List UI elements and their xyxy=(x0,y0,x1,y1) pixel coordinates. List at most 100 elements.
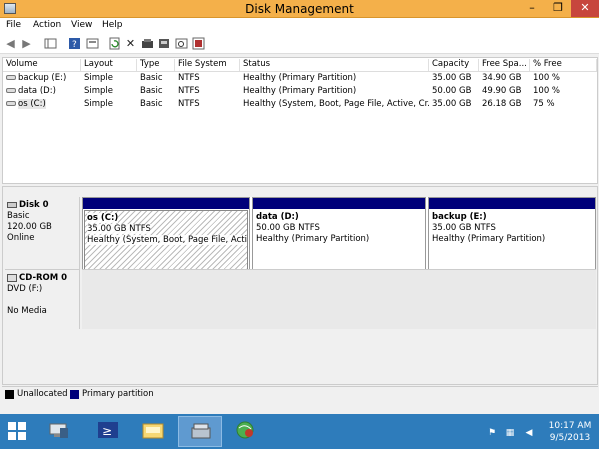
capacity-cell: 50.00 GB xyxy=(432,86,472,96)
rescan-icon[interactable] xyxy=(175,37,188,50)
col-volume[interactable]: Volume xyxy=(3,59,81,71)
cdrom0-media: No Media xyxy=(7,306,47,316)
partition-color-bar xyxy=(253,198,425,209)
fs-cell: NTFS xyxy=(178,86,200,96)
delete-icon[interactable]: ✕ xyxy=(124,37,137,50)
cdrom0-drive: DVD (F:) xyxy=(7,284,43,294)
console-tree-icon[interactable] xyxy=(44,37,57,50)
network-globe-icon[interactable] xyxy=(234,420,256,440)
type-cell: Basic xyxy=(140,73,163,83)
windows-start-icon[interactable] xyxy=(8,422,26,440)
server-manager-icon[interactable] xyxy=(48,420,70,440)
clock-date: 9/5/2013 xyxy=(549,433,591,443)
partition-os-c[interactable]: os (C:) 35.00 GB NTFS Healthy (System, B… xyxy=(82,197,250,272)
properties-icon[interactable] xyxy=(86,37,99,50)
cdrom0-area[interactable] xyxy=(82,269,596,329)
partition-name: data (D:) xyxy=(256,212,299,222)
partition-name: os (C:) xyxy=(87,213,119,223)
volume-icon xyxy=(6,75,16,80)
volume-cell: data (D:) xyxy=(3,86,81,96)
col-percent-free[interactable]: % Free xyxy=(530,59,597,71)
svg-text:?: ? xyxy=(72,40,77,50)
help-icon[interactable]: ? xyxy=(68,37,81,50)
cd-rom-icon xyxy=(7,273,17,282)
network-icon[interactable]: ▦ xyxy=(505,428,515,438)
disk0-label[interactable]: Disk 0 Basic 120.00 GB Online xyxy=(5,197,80,272)
disk-graphical-view: Disk 0 Basic 120.00 GB Online os (C:) 35… xyxy=(2,186,598,385)
disk0-name: Disk 0 xyxy=(19,200,49,210)
partition-size: 35.00 GB NTFS xyxy=(432,223,496,233)
pct-cell: 100 % xyxy=(533,73,561,83)
disk0-state: Online xyxy=(7,233,35,243)
legend: Unallocated Primary partition xyxy=(2,386,598,402)
volume-name: data (D:) xyxy=(18,86,56,96)
disk0-type: Basic xyxy=(7,211,30,221)
col-layout[interactable]: Layout xyxy=(81,59,137,71)
col-status[interactable]: Status xyxy=(240,59,429,71)
title-bar: Disk Management – ❐ ✕ xyxy=(0,0,599,18)
taskbar: ≥ ⚑ ▦ ◀ 10:17 AM 9/5/2013 xyxy=(0,414,599,449)
volume-icon[interactable]: ◀ xyxy=(524,428,534,438)
free-cell: 34.90 GB xyxy=(482,73,522,83)
menu-bar: File Action View Help xyxy=(0,18,599,34)
layout-cell: Simple xyxy=(84,99,114,109)
partition-name: backup (E:) xyxy=(432,212,487,222)
back-icon[interactable]: ◀ xyxy=(4,37,17,50)
open-icon[interactable] xyxy=(141,37,154,50)
capacity-cell: 35.00 GB xyxy=(432,73,472,83)
partition-backup-e[interactable]: backup (E:) 35.00 GB NTFS Healthy (Prima… xyxy=(428,197,596,272)
partition-size: 50.00 GB NTFS xyxy=(256,223,320,233)
volume-row[interactable]: backup (E:) Simple Basic NTFS Healthy (P… xyxy=(3,72,597,85)
partition-data-d[interactable]: data (D:) 50.00 GB NTFS Healthy (Primary… xyxy=(252,197,426,272)
legend-unallocated: Unallocated xyxy=(17,389,68,399)
menu-file[interactable]: File xyxy=(6,20,21,30)
col-type[interactable]: Type xyxy=(137,59,175,71)
forward-icon[interactable]: ▶ xyxy=(20,37,33,50)
minimize-button[interactable]: – xyxy=(519,0,545,17)
toolbar: ◀ ▶ ? ✕ xyxy=(0,34,599,54)
file-explorer-icon[interactable] xyxy=(142,420,164,440)
clock[interactable]: 10:17 AM 9/5/2013 xyxy=(544,420,596,444)
free-cell: 49.90 GB xyxy=(482,86,522,96)
partition-size: 35.00 GB NTFS xyxy=(87,224,151,234)
disk-management-taskbar-button[interactable] xyxy=(178,416,222,447)
col-filesystem[interactable]: File System xyxy=(175,59,240,71)
hard-disk-icon xyxy=(7,201,17,208)
partition-status: Healthy (Primary Partition) xyxy=(256,234,370,244)
partition-status: Healthy (Primary Partition) xyxy=(432,234,546,244)
clock-time: 10:17 AM xyxy=(548,421,592,431)
cdrom0-label[interactable]: CD-ROM 0 DVD (F:) No Media xyxy=(5,269,80,329)
partition-status: Healthy (System, Boot, Page File, Active… xyxy=(87,235,247,245)
status-cell: Healthy (System, Boot, Page File, Active… xyxy=(243,99,429,109)
fs-cell: NTFS xyxy=(178,73,200,83)
free-cell: 26.18 GB xyxy=(482,99,522,109)
partition-color-bar xyxy=(83,198,249,209)
status-cell: Healthy (Primary Partition) xyxy=(243,86,357,96)
close-button[interactable]: ✕ xyxy=(571,0,599,17)
flag-icon[interactable]: ⚑ xyxy=(487,428,497,438)
volume-icon xyxy=(6,88,16,93)
powershell-icon[interactable]: ≥ xyxy=(97,420,119,440)
volume-name: os (C:) xyxy=(18,99,46,109)
unallocated-swatch xyxy=(5,390,14,399)
volume-list: Volume Layout Type File System Status Ca… xyxy=(2,57,598,184)
type-cell: Basic xyxy=(140,86,163,96)
volume-row[interactable]: data (D:) Simple Basic NTFS Healthy (Pri… xyxy=(3,85,597,98)
col-free-space[interactable]: Free Spa... xyxy=(479,59,530,71)
pct-cell: 75 % xyxy=(533,99,555,109)
disk0-partitions: os (C:) 35.00 GB NTFS Healthy (System, B… xyxy=(82,197,596,272)
explore-icon[interactable] xyxy=(158,37,171,50)
menu-view[interactable]: View xyxy=(71,20,92,30)
disk-management-icon xyxy=(191,423,211,439)
maximize-button[interactable]: ❐ xyxy=(545,0,571,17)
menu-help[interactable]: Help xyxy=(102,20,123,30)
refresh-icon[interactable] xyxy=(108,37,121,50)
volume-list-header: Volume Layout Type File System Status Ca… xyxy=(3,58,597,72)
layout-cell: Simple xyxy=(84,73,114,83)
export-icon[interactable] xyxy=(192,37,205,50)
col-capacity[interactable]: Capacity xyxy=(429,59,479,71)
window-title: Disk Management xyxy=(245,2,354,16)
volume-row[interactable]: os (C:) Simple Basic NTFS Healthy (Syste… xyxy=(3,98,597,111)
fs-cell: NTFS xyxy=(178,99,200,109)
menu-action[interactable]: Action xyxy=(33,20,61,30)
